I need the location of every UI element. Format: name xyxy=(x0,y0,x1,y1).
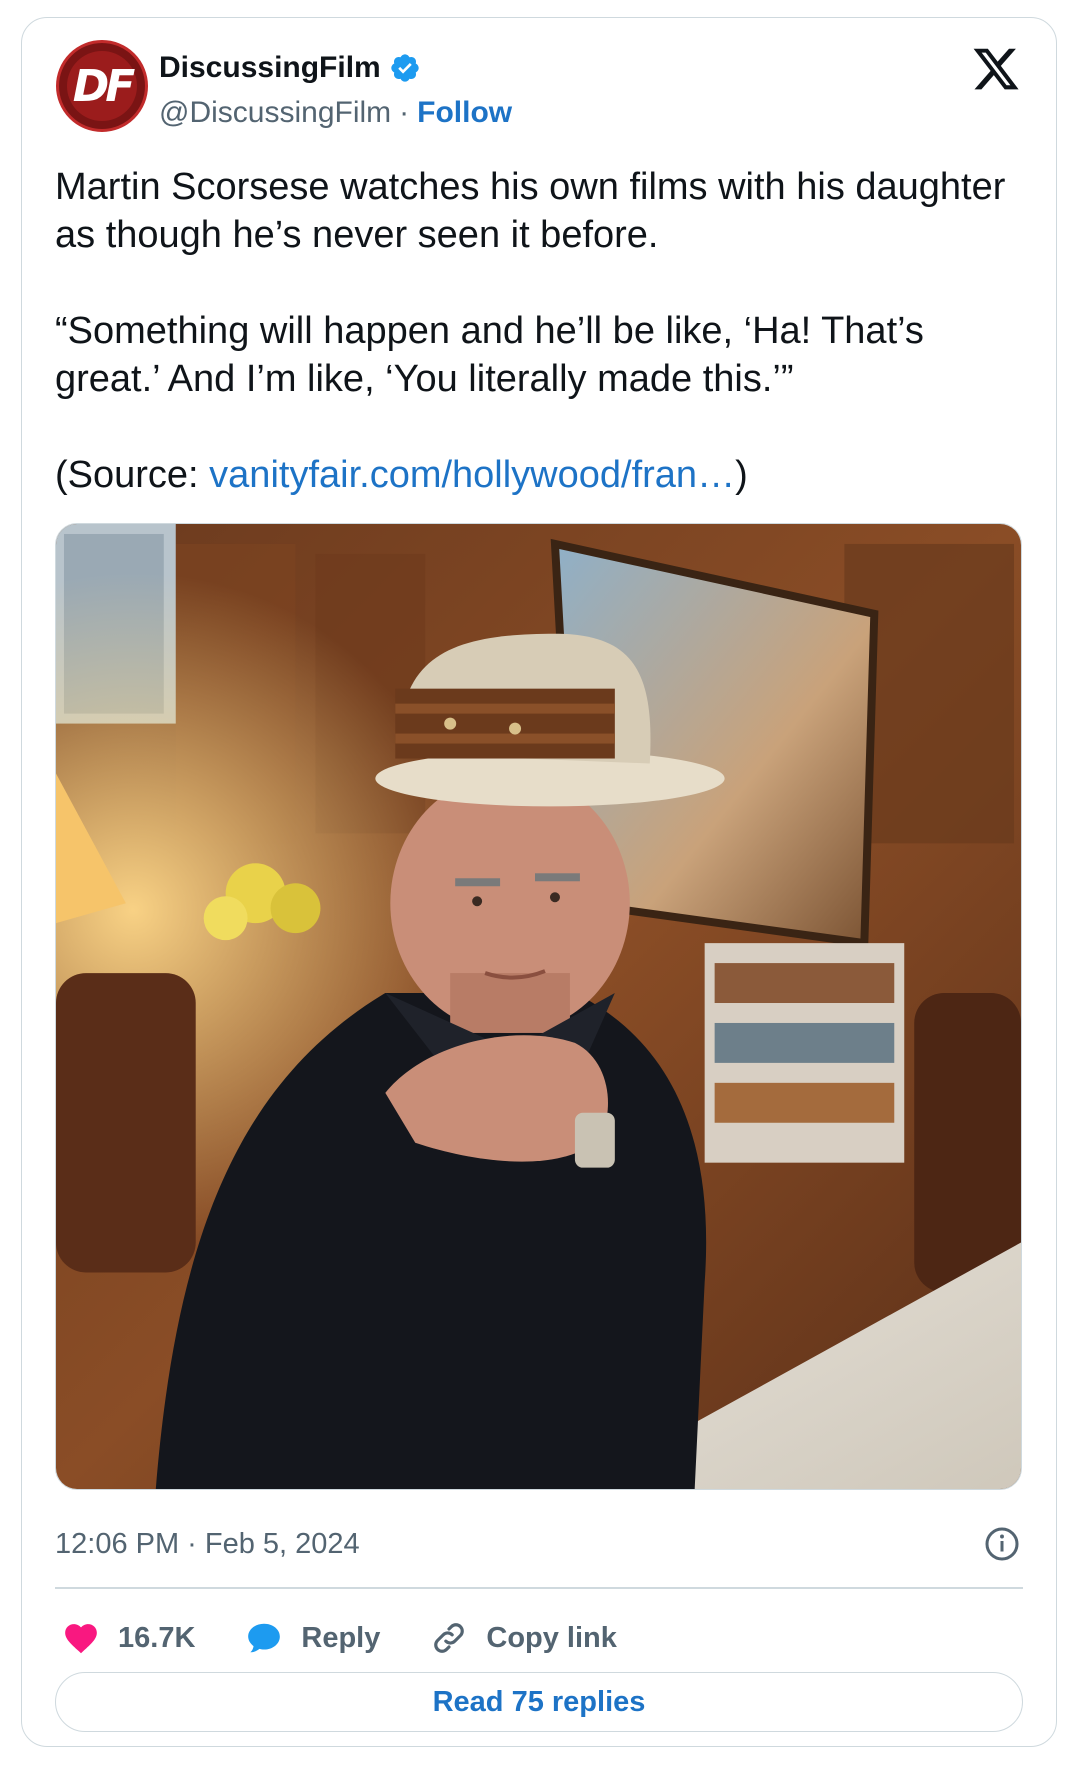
source-link[interactable]: vanityfair.com/hollywood/fran… xyxy=(209,454,735,496)
action-bar: 16.7K Reply Copy link xyxy=(62,1613,667,1663)
tweet-line-1: Martin Scorsese watches his own films wi… xyxy=(55,166,1016,256)
read-replies-button[interactable]: Read 75 replies xyxy=(55,1672,1023,1732)
reply-bubble-icon xyxy=(248,1623,281,1653)
copy-link-label: Copy link xyxy=(486,1621,617,1654)
tweet-embed-card: DF DiscussingFilm @DiscussingFilm · Foll… xyxy=(21,17,1057,1747)
copy-link-button[interactable]: Copy link xyxy=(430,1619,617,1657)
verified-badge-icon xyxy=(391,54,419,82)
author-handle-row: @DiscussingFilm · Follow xyxy=(159,93,512,133)
link-icon xyxy=(434,1623,465,1653)
avatar[interactable]: DF xyxy=(56,40,148,132)
handle[interactable]: @DiscussingFilm xyxy=(159,96,391,130)
x-logo-icon[interactable] xyxy=(970,44,1022,94)
source-suffix: ) xyxy=(735,454,748,496)
tweet-text: Martin Scorsese watches his own films wi… xyxy=(55,163,1015,499)
like-button[interactable]: 16.7K xyxy=(62,1619,195,1657)
info-icon[interactable] xyxy=(984,1526,1020,1562)
tweet-photo[interactable] xyxy=(55,523,1022,1490)
divider xyxy=(55,1587,1023,1589)
tweet-timestamp[interactable]: 12:06 PM · Feb 5, 2024 xyxy=(55,1528,360,1561)
like-count: 16.7K xyxy=(118,1621,196,1654)
reply-button[interactable]: Reply xyxy=(245,1619,380,1657)
photo-illustration xyxy=(56,524,1021,1489)
author-name-row: DiscussingFilm xyxy=(159,48,421,88)
heart-icon xyxy=(65,1624,97,1654)
separator-dot: · xyxy=(399,96,410,129)
avatar-logo: DF xyxy=(67,51,137,121)
follow-button[interactable]: Follow xyxy=(417,96,512,130)
tweet-quote: “Something will happen and he’ll be like… xyxy=(55,310,935,400)
source-prefix: (Source: xyxy=(55,454,210,496)
display-name[interactable]: DiscussingFilm xyxy=(159,51,381,85)
reply-label: Reply xyxy=(301,1621,381,1654)
